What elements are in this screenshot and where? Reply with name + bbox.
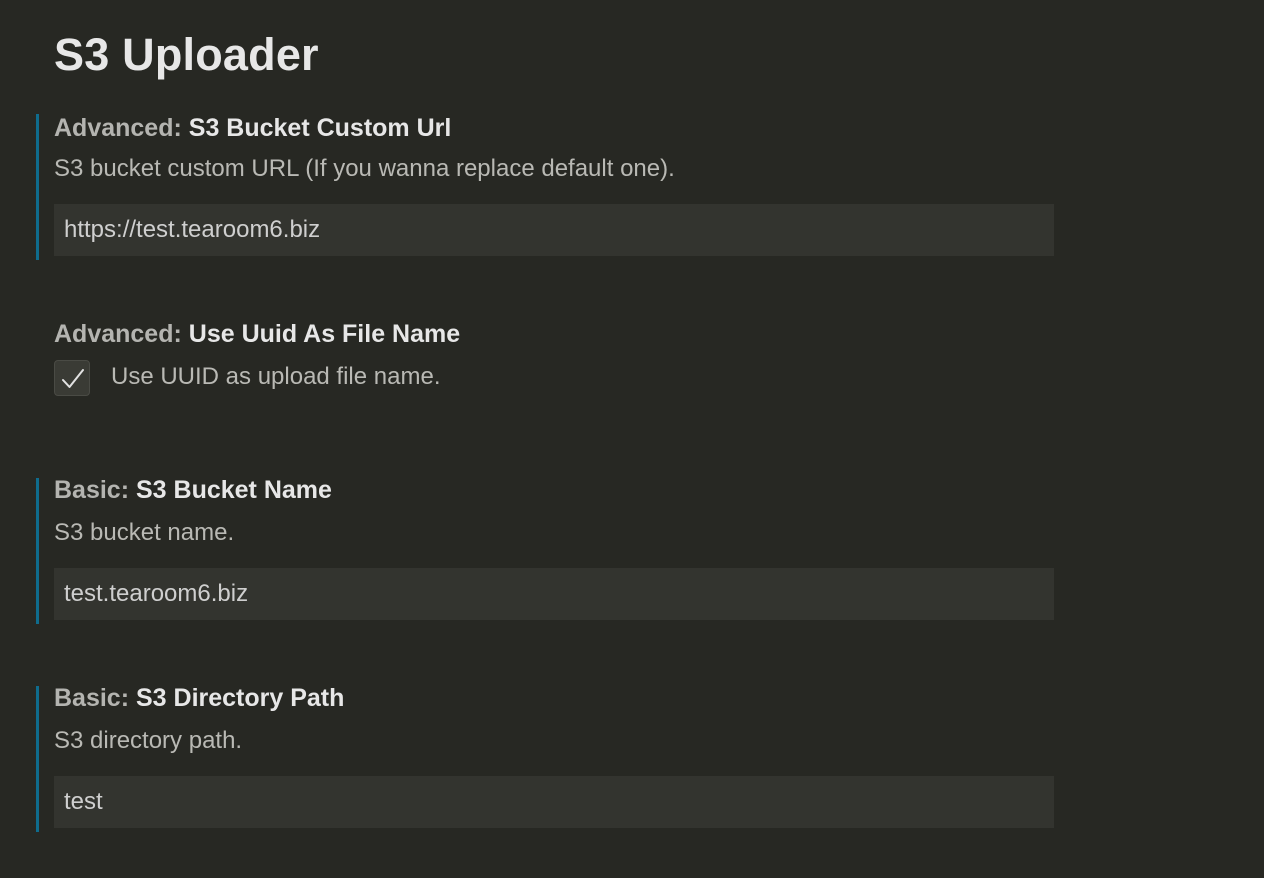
s3-bucket-custom-url-input[interactable] [54, 204, 1054, 256]
setting-title: Basic: S3 Directory Path [54, 683, 344, 713]
setting-s3-directory-path: Basic: S3 Directory Path S3 directory pa… [36, 683, 1056, 832]
setting-category: Advanced: [54, 320, 189, 348]
setting-category: Basic: [54, 476, 136, 504]
setting-use-uuid-as-file-name: Advanced: Use Uuid As File Name Use UUID… [36, 319, 1056, 402]
setting-description: S3 bucket name. [54, 519, 235, 546]
setting-s3-bucket-name: Basic: S3 Bucket Name S3 bucket name. [36, 475, 1056, 624]
setting-label: Use Uuid As File Name [188, 320, 461, 348]
page-title: S3 Uploader [54, 29, 319, 80]
setting-label: S3 Bucket Custom Url [188, 114, 452, 142]
use-uuid-checkbox[interactable] [54, 360, 90, 396]
settings-page: S3 Uploader Advanced: S3 Bucket Custom U… [0, 0, 1264, 878]
setting-title: Advanced: S3 Bucket Custom Url [54, 113, 451, 143]
s3-bucket-name-input[interactable] [54, 568, 1054, 620]
s3-directory-path-input[interactable] [54, 776, 1054, 828]
setting-title: Basic: S3 Bucket Name [54, 475, 332, 505]
setting-title: Advanced: Use Uuid As File Name [54, 319, 460, 349]
setting-description: Use UUID as upload file name. [111, 363, 441, 390]
setting-category: Advanced: [54, 114, 189, 142]
setting-label: S3 Bucket Name [135, 476, 332, 504]
setting-description: S3 bucket custom URL (If you wanna repla… [54, 155, 675, 182]
setting-label: S3 Directory Path [135, 684, 345, 712]
setting-description: S3 directory path. [54, 727, 243, 754]
setting-category: Basic: [54, 684, 136, 712]
setting-s3-bucket-custom-url: Advanced: S3 Bucket Custom Url S3 bucket… [36, 114, 1056, 260]
